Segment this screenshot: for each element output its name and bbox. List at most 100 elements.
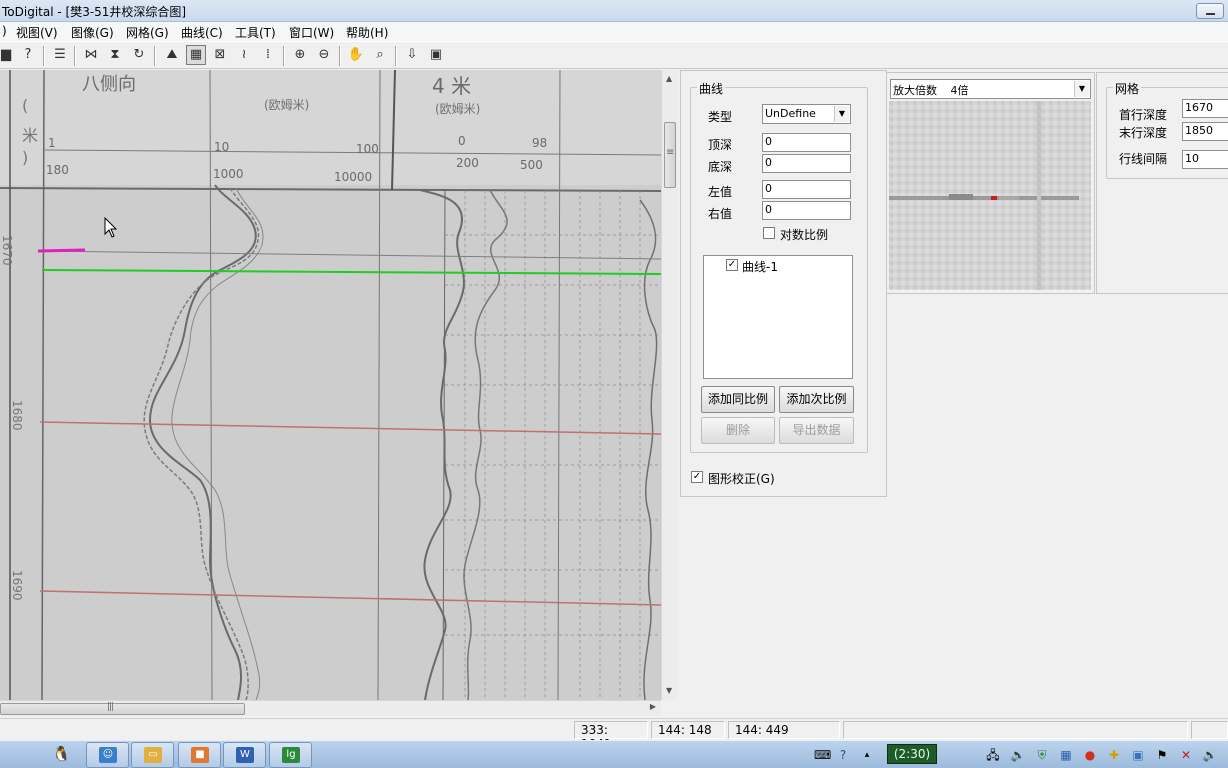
qq-icon[interactable]: 🐧 (52, 746, 71, 762)
zoom-select[interactable]: 放大倍数 4倍 ▼ (890, 79, 1091, 99)
toolbar-separator (154, 46, 156, 66)
menu-item-curve[interactable]: 曲线(C) (181, 24, 223, 41)
type-select-value: UnDefine (765, 107, 816, 120)
depth-label: 1670 (0, 235, 14, 266)
menu-item-grid[interactable]: 网格(G) (126, 24, 169, 41)
settings-icon[interactable]: ▣ (426, 45, 446, 65)
top-depth-field[interactable]: 0 (762, 133, 851, 152)
horizontal-scroll-thumb[interactable] (0, 702, 245, 715)
row-spacing-field[interactable]: 10 (1182, 150, 1228, 169)
status-message (843, 721, 1188, 739)
taskbar-app-explorer[interactable]: ▭ (131, 742, 174, 768)
curve-checkbox[interactable]: ✓ (726, 259, 738, 271)
vertical-scrollbar[interactable]: ▲ ▼ (661, 70, 678, 700)
chevron-up-icon[interactable]: ▴ (859, 747, 875, 763)
header-bracket-close: ) (22, 148, 29, 167)
shield-icon[interactable]: ⛨ (1034, 747, 1050, 763)
grid-group: 网格 首行深度 1670 末行深度 1850 行线间隔 10 (1106, 80, 1228, 179)
menu-item-help[interactable]: 帮助(H) (346, 24, 388, 41)
scale-label-0: 0 (458, 134, 466, 148)
antivirus-icon[interactable]: ● (1082, 747, 1098, 763)
menu-bar: ) 视图(V) 图像(G) 网格(G) 曲线(C) 工具(T) 窗口(W) 帮助… (0, 22, 1228, 41)
menu-item-window[interactable]: 窗口(W) (289, 24, 334, 41)
type-select[interactable]: UnDefine ▼ (762, 104, 851, 124)
taskbar-app-word[interactable]: W (223, 742, 266, 768)
curve-list-item[interactable]: 曲线-1 (742, 258, 778, 275)
plus-icon[interactable]: ✚ (1106, 747, 1122, 763)
volume-icon[interactable]: 🔊 (1202, 747, 1218, 763)
curve-list[interactable]: ✓ 曲线-1 (703, 255, 853, 379)
trace-icon[interactable]: ⊠ (210, 45, 230, 65)
image-canvas[interactable]: 八侧向 4 米 (欧姆米) (欧姆米) ( 米 ) 1 10 100 180 1… (0, 70, 661, 700)
flip-horizontal-icon[interactable]: ⋈ (81, 45, 101, 65)
help-tray-icon[interactable]: ? (835, 747, 851, 763)
last-depth-label: 末行深度 (1119, 126, 1168, 140)
zoom-area-icon[interactable]: ⌕ (370, 45, 390, 65)
add-next-scale-button[interactable]: 添加次比例 (779, 386, 854, 413)
status-value-1: 144: 148 (651, 721, 725, 739)
scale-label-1000: 1000 (213, 167, 244, 181)
taskbar: 🐧 ☺ ▭ ■ W lg ⌨ ? ▴ (2:30) 🖧 🔈 ⛨ ▦ ● ✚ ▣ … (0, 740, 1228, 768)
rotate-icon[interactable]: ↻ (129, 45, 149, 65)
monitor-icon[interactable]: ▣ (1130, 747, 1146, 763)
grid-group-title: 网格 (1113, 80, 1142, 97)
pan-hand-icon[interactable]: ✋ (346, 45, 366, 65)
toolbar: ▆ ? ☰ ⋈ ⧗ ↻ ⛰ ▦ ⊠ ≀ ⁞ ⊕ ⊖ ✋ ⌕ ⇩ ▣ (0, 41, 1228, 69)
layers-icon[interactable]: ☰ (50, 45, 70, 65)
chevron-down-icon[interactable]: ▼ (1074, 81, 1089, 97)
vertical-scroll-thumb[interactable] (664, 122, 676, 188)
word-icon: W (236, 747, 254, 763)
zoom-out-icon[interactable]: ⊖ (314, 45, 334, 65)
mountain-icon[interactable]: ⛰ (162, 45, 182, 65)
horizontal-scrollbar[interactable]: ▶ (0, 700, 661, 716)
taskbar-app-todigital[interactable]: lg (269, 742, 312, 768)
save-icon[interactable]: ▆ (0, 45, 16, 65)
bottom-depth-field[interactable]: 0 (762, 154, 851, 173)
right-value-field[interactable]: 0 (762, 201, 851, 220)
curve-group-title: 曲线 (697, 80, 726, 97)
menu-item-file-tail[interactable]: ) (2, 24, 7, 38)
curve-trace-icon[interactable]: ≀ (234, 45, 254, 65)
import-icon[interactable]: ⇩ (402, 45, 422, 65)
menu-item-view[interactable]: 视图(V) (16, 24, 58, 41)
scroll-up-icon[interactable]: ▲ (666, 74, 672, 83)
header-unit-left: (欧姆米) (264, 98, 310, 112)
flag-icon[interactable]: ⚑ (1154, 747, 1170, 763)
grid-icon[interactable]: ▦ (186, 45, 206, 65)
left-value-field[interactable]: 0 (762, 180, 851, 199)
right-value-label: 右值 (708, 207, 733, 221)
minimize-button[interactable] (1196, 3, 1224, 19)
network-error-icon[interactable]: ✕ (1178, 747, 1194, 763)
graph-correct-checkbox[interactable]: ✓ (691, 471, 703, 483)
keyboard-icon[interactable]: ⌨ (814, 747, 831, 763)
taskbar-app-users[interactable]: ☺ (86, 742, 129, 768)
speaker-icon[interactable]: 🔈 (1010, 747, 1026, 763)
scroll-right-icon[interactable]: ▶ (650, 702, 656, 711)
scale-label-500: 500 (520, 158, 543, 172)
status-cursor-position: 333: 1041 (574, 721, 648, 751)
zoom-in-icon[interactable]: ⊕ (290, 45, 310, 65)
flip-vertical-icon[interactable]: ⧗ (105, 45, 125, 65)
network-icon[interactable]: 🖧 (985, 747, 1001, 763)
grid-panel-container: 网格 首行深度 1670 末行深度 1850 行线间隔 10 (1096, 72, 1228, 294)
scanned-log-image (0, 70, 661, 700)
menu-item-tools[interactable]: 工具(T) (235, 24, 276, 41)
users-icon: ☺ (99, 747, 117, 763)
curve-group: 曲线 类型 UnDefine ▼ 顶深 0 底深 0 左值 0 右值 0 对数比… (690, 80, 868, 453)
scale-label-100: 100 (356, 142, 379, 156)
last-depth-field[interactable]: 1850 (1182, 122, 1228, 141)
first-depth-field[interactable]: 1670 (1182, 99, 1228, 118)
chevron-down-icon[interactable]: ▼ (834, 106, 849, 122)
add-same-scale-button[interactable]: 添加同比例 (701, 386, 775, 413)
export-data-button[interactable]: 导出数据 (779, 417, 854, 444)
delete-button[interactable]: 删除 (701, 417, 775, 444)
log-scale-checkbox[interactable] (763, 227, 775, 239)
auto-trace-icon[interactable]: ⁞ (258, 45, 278, 65)
help-icon[interactable]: ? (18, 45, 38, 65)
taskbar-app-other[interactable]: ■ (178, 742, 221, 768)
clock[interactable]: (2:30) (887, 744, 937, 764)
scroll-down-icon[interactable]: ▼ (666, 686, 672, 695)
header-unit-right: (欧姆米) (435, 102, 481, 116)
windows-icon[interactable]: ▦ (1058, 747, 1074, 763)
menu-item-image[interactable]: 图像(G) (71, 24, 114, 41)
